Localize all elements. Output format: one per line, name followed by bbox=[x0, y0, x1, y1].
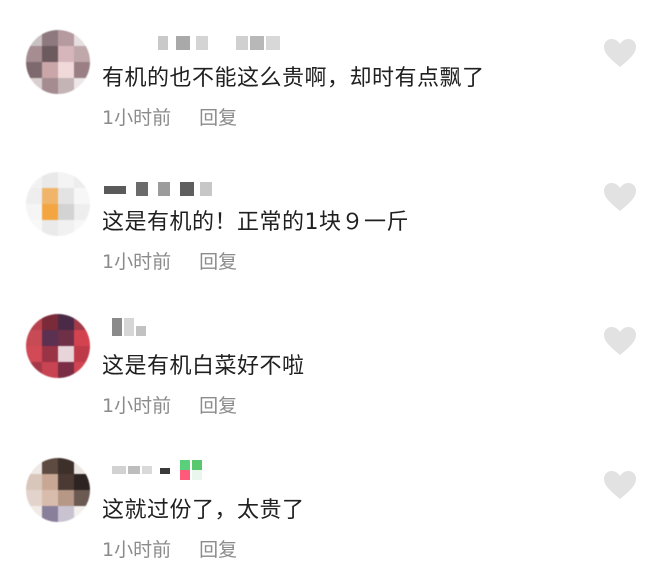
avatar[interactable] bbox=[26, 30, 90, 94]
comment-meta: 1小时前 回复 bbox=[102, 391, 237, 418]
heart-icon[interactable] bbox=[603, 182, 637, 212]
comment-meta: 1小时前 回复 bbox=[102, 535, 237, 562]
reply-button[interactable]: 回复 bbox=[199, 107, 237, 129]
comment-time: 1小时前 bbox=[102, 107, 172, 129]
heart-icon[interactable] bbox=[603, 470, 637, 500]
comment-item: 这是有机的！正常的1块９一斤 1小时前 回复 bbox=[0, 144, 660, 288]
comment-item: 有机的也不能这么贵啊，却时有点飘了 1小时前 回复 bbox=[0, 0, 660, 144]
comment-text: 这是有机的！正常的1块９一斤 bbox=[102, 210, 409, 235]
reply-button[interactable]: 回复 bbox=[199, 251, 237, 273]
avatar[interactable] bbox=[26, 458, 90, 522]
comment-text: 这就过份了，太贵了 bbox=[102, 498, 305, 523]
comment-meta: 1小时前 回复 bbox=[102, 103, 237, 130]
comment-text: 这是有机白菜好不啦 bbox=[102, 354, 305, 379]
reply-button[interactable]: 回复 bbox=[199, 539, 237, 561]
heart-icon[interactable] bbox=[603, 326, 637, 356]
avatar[interactable] bbox=[26, 172, 90, 236]
comment-text: 有机的也不能这么贵啊，却时有点飘了 bbox=[102, 66, 485, 91]
username-blurred[interactable] bbox=[100, 182, 300, 202]
heart-icon[interactable] bbox=[603, 38, 637, 68]
username-blurred[interactable] bbox=[100, 36, 300, 56]
comment-meta: 1小时前 回复 bbox=[102, 247, 237, 274]
comment-time: 1小时前 bbox=[102, 395, 172, 417]
comment-time: 1小时前 bbox=[102, 251, 172, 273]
username-blurred[interactable] bbox=[100, 318, 300, 338]
comment-item: 这就过份了，太贵了 1小时前 回复 bbox=[0, 432, 660, 576]
comment-time: 1小时前 bbox=[102, 539, 172, 561]
username-blurred[interactable] bbox=[100, 460, 300, 480]
avatar[interactable] bbox=[26, 314, 90, 378]
comment-item: 这是有机白菜好不啦 1小时前 回复 bbox=[0, 288, 660, 432]
reply-button[interactable]: 回复 bbox=[199, 395, 237, 417]
